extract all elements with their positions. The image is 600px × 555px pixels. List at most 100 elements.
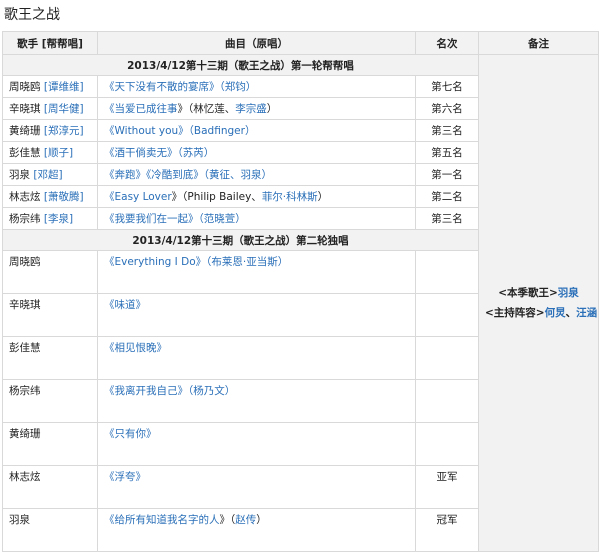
helper-link[interactable]: 顺子	[48, 147, 69, 159]
singer-cell: 林志炫 [萧敬腾]	[2, 185, 98, 208]
song-bracket: 《	[104, 213, 115, 225]
song-cell: 《奔跑》《冷酷到底》（黄征、羽泉）	[97, 163, 416, 186]
song-bracket: ）	[266, 103, 278, 115]
song-bracket: 》	[156, 342, 168, 354]
song-bracket: 》（	[195, 256, 212, 268]
song-link[interactable]: 奔跑	[115, 169, 136, 181]
rank-cell	[415, 379, 479, 423]
singer-name: 辛晓琪	[9, 103, 41, 115]
notes-cell: <本季歌王>羽泉 <主持阵容>何炅、汪涵	[478, 54, 599, 552]
song-cell: 《酒干倘卖无》（苏芮）	[97, 141, 416, 164]
singer-name: 林志炫	[9, 191, 41, 203]
singer-name: 黄绮珊	[9, 125, 41, 137]
song-link[interactable]: 酒干倘卖无	[115, 147, 168, 159]
original-singer-link[interactable]: 布莱恩·亚当斯	[211, 256, 277, 268]
song-bracket: ）	[277, 256, 289, 268]
song-link[interactable]: Everything I Do	[115, 256, 196, 268]
original-singer-link[interactable]: 赵传	[235, 514, 256, 526]
song-bracket: 》（	[209, 81, 225, 93]
rank-cell	[415, 293, 479, 337]
helper-link[interactable]: 萧敬腾	[48, 191, 80, 203]
song-cell: 《当爱已成往事》（林忆莲、李宗盛）	[97, 97, 416, 120]
song-bracket: 》	[146, 428, 157, 440]
original-singer-link[interactable]: 黄征	[209, 169, 230, 181]
notes-season-king-label: <本季歌王>	[498, 287, 558, 299]
notes-host-link-1[interactable]: 何炅	[545, 307, 566, 319]
rank-cell: 第一名	[415, 163, 479, 186]
round1-title-row: 2013/4/12第十三期（歌王之战）第一轮帮帮唱 <本季歌王>羽泉 <主持阵容…	[2, 54, 599, 552]
rank-cell: 第七名	[415, 75, 479, 98]
table-header-row: 歌手 [帮帮唱] 曲目（原唱） 名次 备注	[2, 31, 599, 55]
singer-name: 彭佳慧	[9, 147, 41, 159]
singer-cell: 杨宗纬	[2, 379, 98, 423]
rank-cell: 冠军	[415, 508, 479, 552]
rank-cell: 第五名	[415, 141, 479, 164]
song-cell: 《我要我们在一起》（范晓萱）	[97, 207, 416, 230]
singer-cell: 周晓鸥	[2, 250, 98, 294]
singer-name: 杨宗纬	[9, 213, 41, 225]
notes-host-link-2[interactable]: 汪涵	[576, 307, 597, 319]
song-link[interactable]: 我离开我自己	[115, 385, 178, 397]
singer-name: 羽泉	[9, 169, 30, 181]
song-link[interactable]: Easy Lover	[115, 191, 172, 203]
song-cell: 《给所有知道我名字的人》（赵传）	[97, 508, 416, 552]
song-bracket: 》	[135, 299, 147, 311]
rank-cell: 第六名	[415, 97, 479, 120]
song-link[interactable]: 只有你	[115, 428, 147, 440]
song-cell: 《Easy Lover》（Philip Bailey、菲尔·科林斯）	[97, 185, 416, 208]
song-bracket: 》（	[188, 213, 204, 225]
song-bracket: 》（	[193, 169, 209, 181]
original-singer-link[interactable]: 苏芮	[183, 147, 204, 159]
song-link[interactable]: 味道	[115, 299, 136, 311]
original-singer-link[interactable]: Badfinger	[194, 125, 245, 137]
song-cell: 《我离开我自己》（杨乃文）	[97, 379, 416, 423]
song-link[interactable]: 相见恨晚	[115, 342, 157, 354]
helper-link[interactable]: 李泉	[48, 213, 69, 225]
song-bracket: ）	[203, 147, 215, 159]
results-table: 歌手 [帮帮唱] 曲目（原唱） 名次 备注 2013/4/12第十三期（歌王之战…	[2, 31, 599, 552]
song-bracket: 》（林忆莲、	[177, 103, 236, 115]
song-bracket: 、羽泉）	[230, 169, 272, 181]
song-cell: 《味道》	[97, 293, 416, 337]
helper-link[interactable]: 周华健	[48, 103, 80, 115]
singer-cell: 黄绮珊	[2, 422, 98, 466]
singer-cell: 杨宗纬 [李泉]	[2, 207, 98, 230]
song-bracket: 《	[104, 514, 115, 526]
rank-cell: 第二名	[415, 185, 479, 208]
notes-season-king-link[interactable]: 羽泉	[558, 287, 579, 299]
song-bracket: 》（	[219, 514, 236, 526]
song-link[interactable]: 浮夸	[115, 471, 136, 483]
song-link[interactable]: Without you	[115, 125, 179, 137]
notes-separator: 、	[565, 307, 577, 319]
song-bracket: 《	[104, 125, 115, 137]
rank-cell	[415, 250, 479, 294]
song-bracket: 》（	[167, 147, 183, 159]
song-link[interactable]: 天下没有不散的宴席	[115, 81, 210, 93]
original-singer-link[interactable]: 郑钧	[225, 81, 246, 93]
rank-cell: 第三名	[415, 119, 479, 142]
helper-link[interactable]: 谭维维	[48, 81, 80, 93]
singer-cell: 彭佳慧	[2, 336, 98, 380]
original-singer-link[interactable]: 李宗盛	[235, 103, 267, 115]
helper-link[interactable]: 郑淳元	[48, 125, 80, 137]
song-link[interactable]: 我要我们在一起	[115, 213, 189, 225]
song-bracket: ）	[256, 514, 267, 526]
singer-cell: 辛晓琪	[2, 293, 98, 337]
song-bracket: 》	[135, 471, 147, 483]
song-link[interactable]: 当爱已成往事	[115, 103, 178, 115]
rank-cell	[415, 336, 479, 380]
original-singer-link[interactable]: 杨乃文	[193, 385, 225, 397]
original-singer-link[interactable]: 菲尔·科林斯	[262, 191, 318, 203]
song-cell: 《浮夸》	[97, 465, 416, 509]
song-bracket: 《	[104, 103, 115, 115]
song-bracket: 《	[104, 81, 115, 93]
song-link[interactable]: 给所有知道我名字的人	[115, 514, 220, 526]
rank-cell	[415, 422, 479, 466]
round2-title: 2013/4/12第十三期（歌王之战）第二轮独唱	[2, 229, 479, 251]
helper-link[interactable]: 邓超	[37, 169, 58, 181]
song-bracket: ）	[224, 385, 236, 397]
original-singer-link[interactable]: 范晓萱	[204, 213, 236, 225]
col-header-song: 曲目（原唱）	[97, 31, 416, 55]
song-cell: 《Everything I Do》（布莱恩·亚当斯）	[97, 250, 416, 294]
song-link[interactable]: 冷酷到底	[151, 169, 193, 181]
